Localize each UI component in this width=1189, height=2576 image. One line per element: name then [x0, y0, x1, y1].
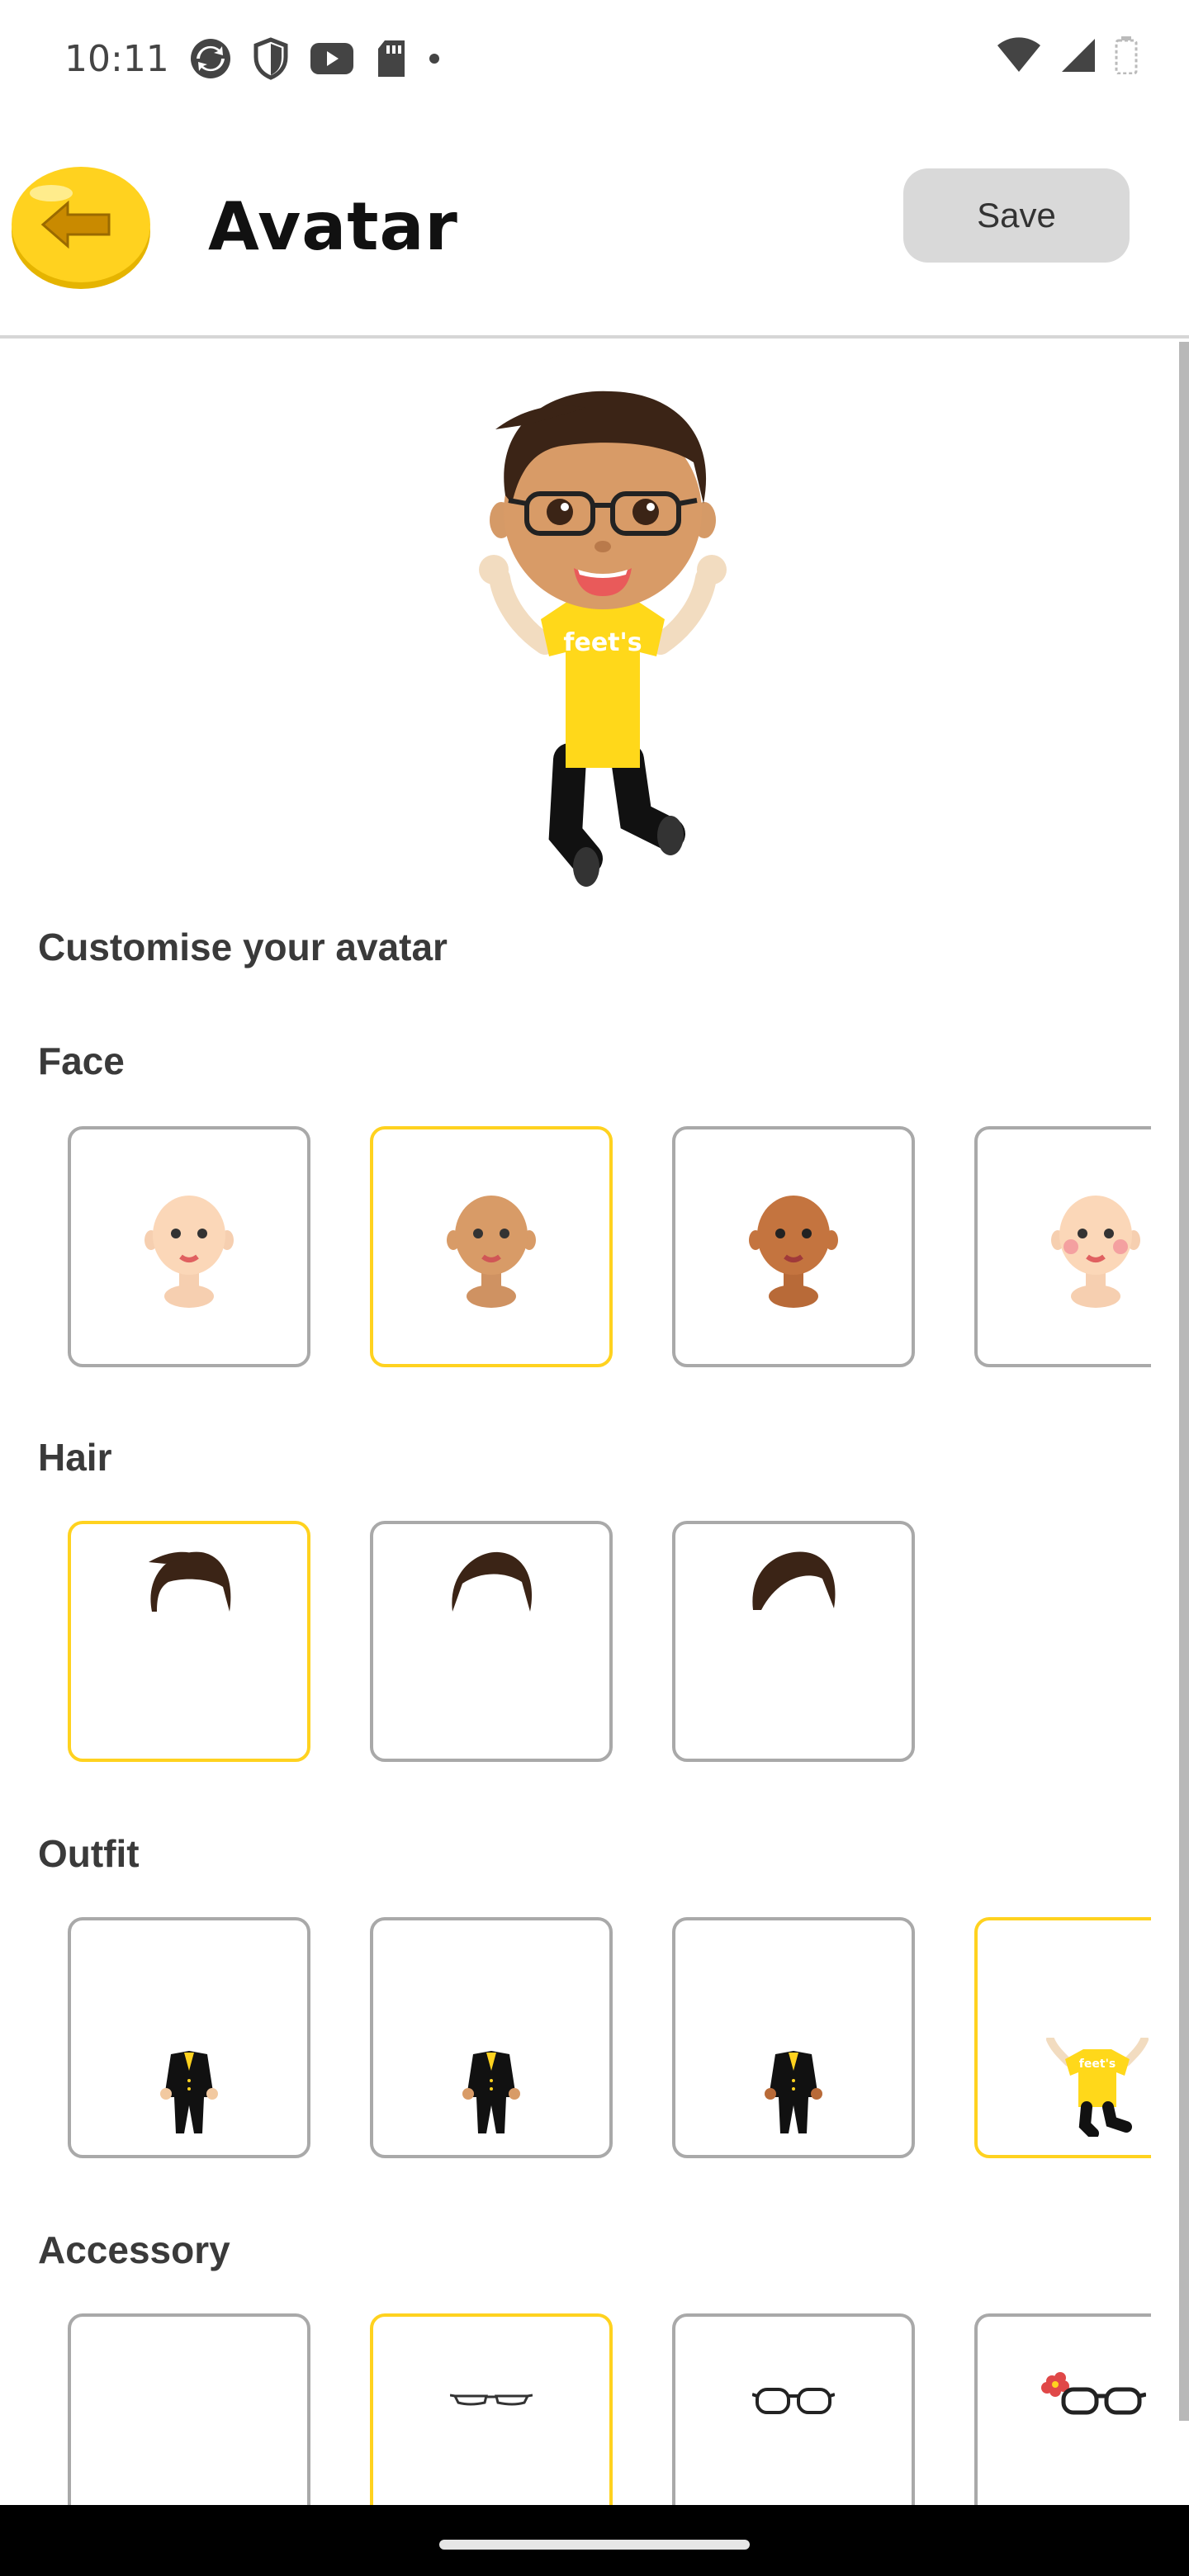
outfit-option-tshirt[interactable]: feet's — [974, 1917, 1151, 2158]
back-button[interactable] — [10, 160, 152, 292]
customise-heading: Customise your avatar — [38, 926, 448, 968]
face-heading: Face — [38, 1039, 125, 1082]
status-bar: 10:11 — [0, 0, 1189, 124]
system-nav-bar — [0, 2505, 1189, 2576]
outfit-option-suit-2[interactable] — [370, 1917, 613, 2158]
sync-icon — [191, 39, 230, 78]
outfit-heading: Outfit — [38, 1832, 140, 1875]
status-icons-left — [188, 36, 441, 81]
dot-icon — [429, 54, 439, 64]
hair-option-quiff[interactable] — [68, 1521, 310, 1762]
hero-shirt-text: feet's — [563, 628, 642, 657]
battery-icon — [1115, 36, 1138, 74]
avatar-preview: feet's — [429, 372, 776, 892]
youtube-icon — [310, 43, 353, 74]
accessory-option-round-glasses[interactable] — [672, 2313, 915, 2505]
accessory-option-thin-glasses[interactable] — [370, 2313, 613, 2505]
face-option-brown[interactable] — [672, 1126, 915, 1367]
accessory-option-none[interactable] — [68, 2313, 310, 2505]
hair-heading: Hair — [38, 1436, 112, 1479]
outfit-options: feet's — [68, 1917, 1151, 2162]
back-arrow-icon — [12, 167, 150, 289]
outfit-tshirt-text: feet's — [1079, 2057, 1116, 2071]
face-options — [68, 1126, 1151, 1371]
app-header: Avatar Save — [0, 124, 1189, 339]
shield-icon — [253, 37, 288, 80]
outfit-option-suit-1[interactable] — [68, 1917, 310, 2158]
accessory-options — [68, 2313, 1151, 2505]
accessory-heading: Accessory — [38, 2228, 230, 2271]
status-icons-right — [996, 36, 1138, 74]
hair-option-side-part[interactable] — [370, 1521, 613, 1762]
face-option-light-blush[interactable] — [974, 1126, 1151, 1367]
face-option-light[interactable] — [68, 1126, 310, 1367]
page-title: Avatar — [208, 188, 458, 265]
signal-icon — [1062, 39, 1095, 72]
hair-options — [68, 1521, 1151, 1765]
hair-option-swept[interactable] — [672, 1521, 915, 1762]
outfit-option-suit-3[interactable] — [672, 1917, 915, 2158]
sd-card-icon — [378, 40, 405, 77]
home-gesture-handle[interactable] — [439, 2540, 750, 2550]
accessory-option-flower-glasses[interactable] — [974, 2313, 1151, 2505]
face-option-tan[interactable] — [370, 1126, 613, 1367]
wifi-icon — [997, 37, 1040, 72]
status-time: 10:11 — [64, 38, 169, 80]
save-button[interactable]: Save — [903, 168, 1130, 263]
scrollbar[interactable] — [1179, 342, 1189, 2421]
